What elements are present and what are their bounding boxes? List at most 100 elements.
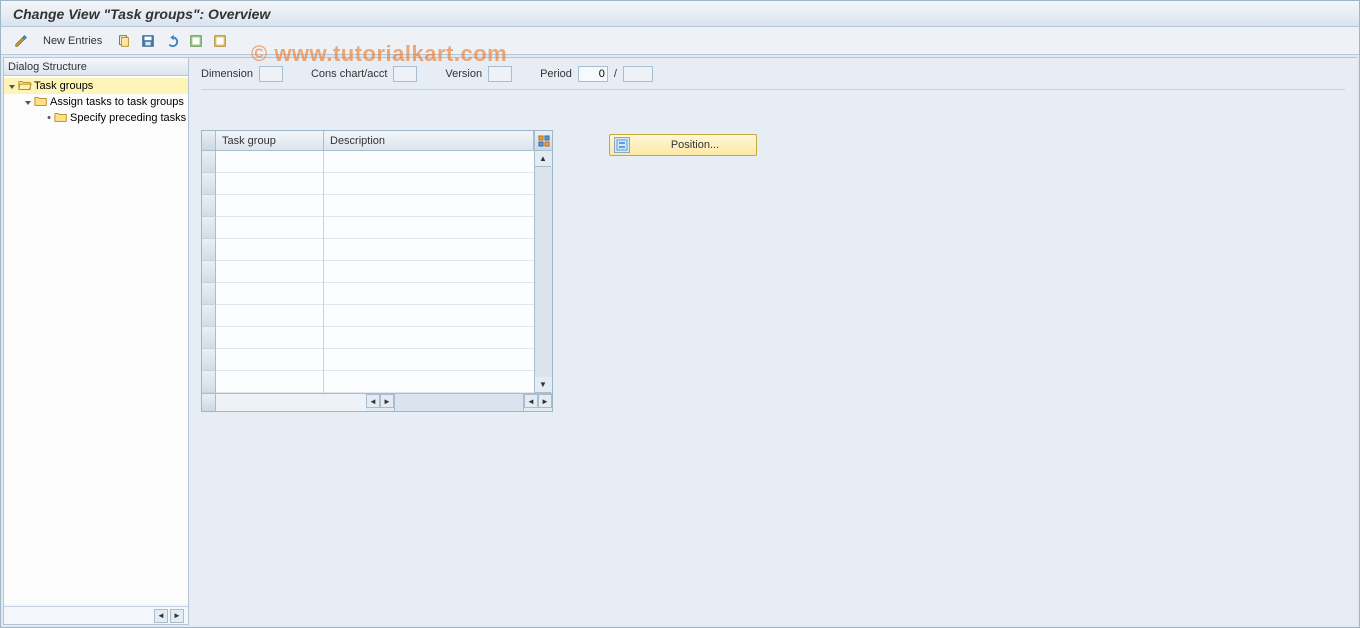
row-header[interactable]	[202, 349, 216, 371]
select-all-icon[interactable]	[186, 31, 206, 51]
cell[interactable]	[324, 173, 534, 195]
table-hscroll: ◄ ► ◄ ►	[202, 393, 552, 411]
cell[interactable]	[216, 371, 323, 393]
version-label: Version	[445, 68, 482, 80]
column-description	[324, 151, 534, 393]
row-header[interactable]	[202, 305, 216, 327]
row-header[interactable]	[202, 217, 216, 239]
scroll-down-icon[interactable]: ▼	[535, 377, 551, 393]
cell[interactable]	[216, 327, 323, 349]
table-corner-bottom	[202, 394, 216, 411]
row-headers	[202, 151, 216, 393]
task-groups-table: Task group Description	[201, 130, 553, 412]
cell[interactable]	[324, 305, 534, 327]
cell[interactable]	[216, 283, 323, 305]
tree-item-label: Specify preceding tasks	[70, 112, 186, 124]
filter-cons: Cons chart/acct	[311, 66, 417, 82]
period-input-2[interactable]	[623, 66, 653, 82]
vscroll-track[interactable]	[535, 167, 552, 377]
tree: Task groups Assign tasks to task groups …	[4, 76, 188, 604]
period-input-1[interactable]	[578, 66, 608, 82]
column-taskgroup	[216, 151, 324, 393]
version-input[interactable]	[488, 66, 512, 82]
cell[interactable]	[324, 151, 534, 173]
filter-row: Dimension Cons chart/acct Version Period…	[201, 66, 1345, 90]
cell[interactable]	[216, 151, 323, 173]
period-label: Period	[540, 68, 572, 80]
sidebar-hscroll: ◄ ►	[4, 606, 188, 624]
folder-open-icon	[18, 79, 32, 94]
scroll-left-icon[interactable]: ◄	[524, 394, 538, 408]
row-header[interactable]	[202, 195, 216, 217]
scroll-up-icon[interactable]: ▲	[535, 151, 551, 167]
toolbar: New Entries	[1, 27, 1359, 55]
sidebar-header: Dialog Structure	[4, 58, 188, 76]
tree-item-assign-tasks[interactable]: Assign tasks to task groups	[4, 94, 188, 110]
cell[interactable]	[324, 349, 534, 371]
tree-item-specify-preceding[interactable]: • Specify preceding tasks	[4, 110, 188, 126]
tree-item-label: Task groups	[34, 80, 93, 92]
cell[interactable]	[324, 217, 534, 239]
undo-icon[interactable]	[162, 31, 182, 51]
toggle-change-icon[interactable]	[11, 31, 31, 51]
position-button-label: Position...	[638, 139, 752, 151]
position-button[interactable]: Position...	[609, 134, 757, 156]
cell[interactable]	[324, 195, 534, 217]
column-header-taskgroup[interactable]: Task group	[216, 131, 324, 150]
cell[interactable]	[324, 327, 534, 349]
tree-item-task-groups[interactable]: Task groups	[4, 78, 188, 94]
new-entries-button[interactable]: New Entries	[35, 33, 110, 49]
folder-icon	[54, 111, 68, 126]
chevron-down-icon[interactable]	[24, 98, 32, 106]
row-header[interactable]	[202, 327, 216, 349]
cell[interactable]	[216, 195, 323, 217]
main-panel: Dimension Cons chart/acct Version Period…	[189, 57, 1357, 625]
scroll-right-icon[interactable]: ►	[380, 394, 394, 408]
copy-icon[interactable]	[114, 31, 134, 51]
cons-chart-label: Cons chart/acct	[311, 68, 387, 80]
column-header-description[interactable]: Description	[324, 131, 534, 150]
cons-chart-input[interactable]	[393, 66, 417, 82]
cell[interactable]	[324, 371, 534, 393]
filter-period: Period /	[540, 66, 653, 82]
cell[interactable]	[324, 261, 534, 283]
row-header[interactable]	[202, 151, 216, 173]
filter-dimension: Dimension	[201, 66, 283, 82]
filter-version: Version	[445, 66, 512, 82]
page-title: Change View "Task groups": Overview	[13, 6, 270, 22]
dimension-input[interactable]	[259, 66, 283, 82]
chevron-down-icon[interactable]	[8, 82, 16, 90]
deselect-all-icon[interactable]	[210, 31, 230, 51]
table-corner[interactable]	[202, 131, 216, 150]
cell[interactable]	[324, 283, 534, 305]
save-icon[interactable]	[138, 31, 158, 51]
cell[interactable]	[216, 173, 323, 195]
tree-item-label: Assign tasks to task groups	[50, 96, 184, 108]
cell[interactable]	[324, 239, 534, 261]
scroll-left-icon[interactable]: ◄	[154, 609, 168, 623]
cell[interactable]	[216, 305, 323, 327]
hscroll-track[interactable]	[394, 394, 524, 411]
cell[interactable]	[216, 217, 323, 239]
row-header[interactable]	[202, 239, 216, 261]
scroll-right-icon[interactable]: ►	[170, 609, 184, 623]
table-body: ▲ ▼	[202, 151, 552, 393]
folder-icon	[34, 95, 48, 110]
row-header[interactable]	[202, 173, 216, 195]
title-bar: Change View "Task groups": Overview	[1, 1, 1359, 27]
table-vscroll: ▲ ▼	[534, 151, 552, 393]
row-header[interactable]	[202, 371, 216, 393]
row-header[interactable]	[202, 261, 216, 283]
cell[interactable]	[216, 239, 323, 261]
dimension-label: Dimension	[201, 68, 253, 80]
content-area: Dialog Structure Task groups	[3, 57, 1357, 625]
data-columns	[216, 151, 534, 393]
scroll-right-icon[interactable]: ►	[538, 394, 552, 408]
cell[interactable]	[216, 349, 323, 371]
hscroll-spacer	[216, 394, 366, 411]
scroll-left-icon[interactable]: ◄	[366, 394, 380, 408]
row-header[interactable]	[202, 283, 216, 305]
bullet-icon: •	[46, 112, 52, 124]
cell[interactable]	[216, 261, 323, 283]
table-config-icon[interactable]	[534, 131, 552, 150]
